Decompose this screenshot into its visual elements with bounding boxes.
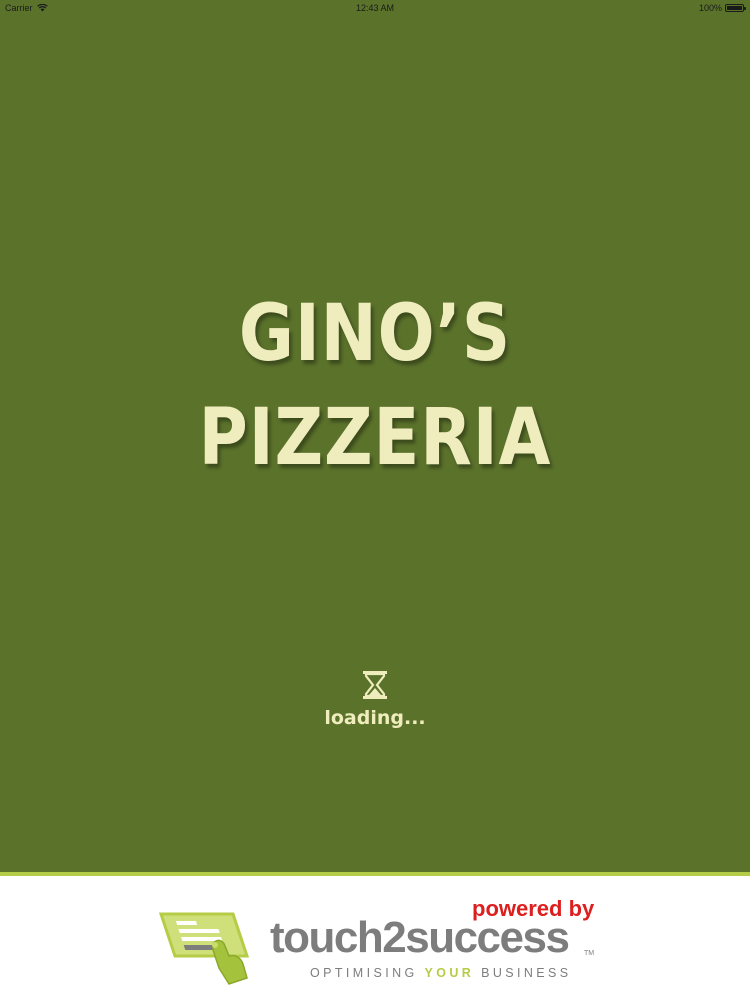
title-line-2: PIZZERIA xyxy=(198,393,552,483)
status-right: 100% xyxy=(698,3,746,13)
status-time: 12:43 AM xyxy=(355,3,395,13)
footer-banner: powered by touch2success TM OPTIMISING Y… xyxy=(0,872,750,1000)
tagline: OPTIMISING YOUR BUSINESS xyxy=(310,966,572,980)
title-line-1: GINO’S xyxy=(238,289,512,379)
tagline-end: BUSINESS xyxy=(474,966,572,980)
battery-percent: 100% xyxy=(698,3,722,13)
card-payment-hand-icon xyxy=(158,912,250,985)
tagline-highlight: YOUR xyxy=(424,966,475,980)
battery-icon xyxy=(725,4,746,12)
trademark-mark: TM xyxy=(584,950,595,957)
hourglass-icon xyxy=(363,671,387,699)
status-bar: Carrier 12:43 AM 100% xyxy=(0,0,750,16)
touch2success-wordmark: touch2success xyxy=(270,913,570,962)
loading-indicator: loading... xyxy=(0,670,750,729)
loading-label: loading... xyxy=(324,707,426,729)
tagline-start: OPTIMISING xyxy=(310,966,425,980)
splash-screen: Carrier 12:43 AM 100% GINO’S PIZZERIA lo… xyxy=(0,0,750,1000)
restaurant-title: GINO’S PIZZERIA xyxy=(53,282,698,490)
battery-level xyxy=(727,6,742,10)
